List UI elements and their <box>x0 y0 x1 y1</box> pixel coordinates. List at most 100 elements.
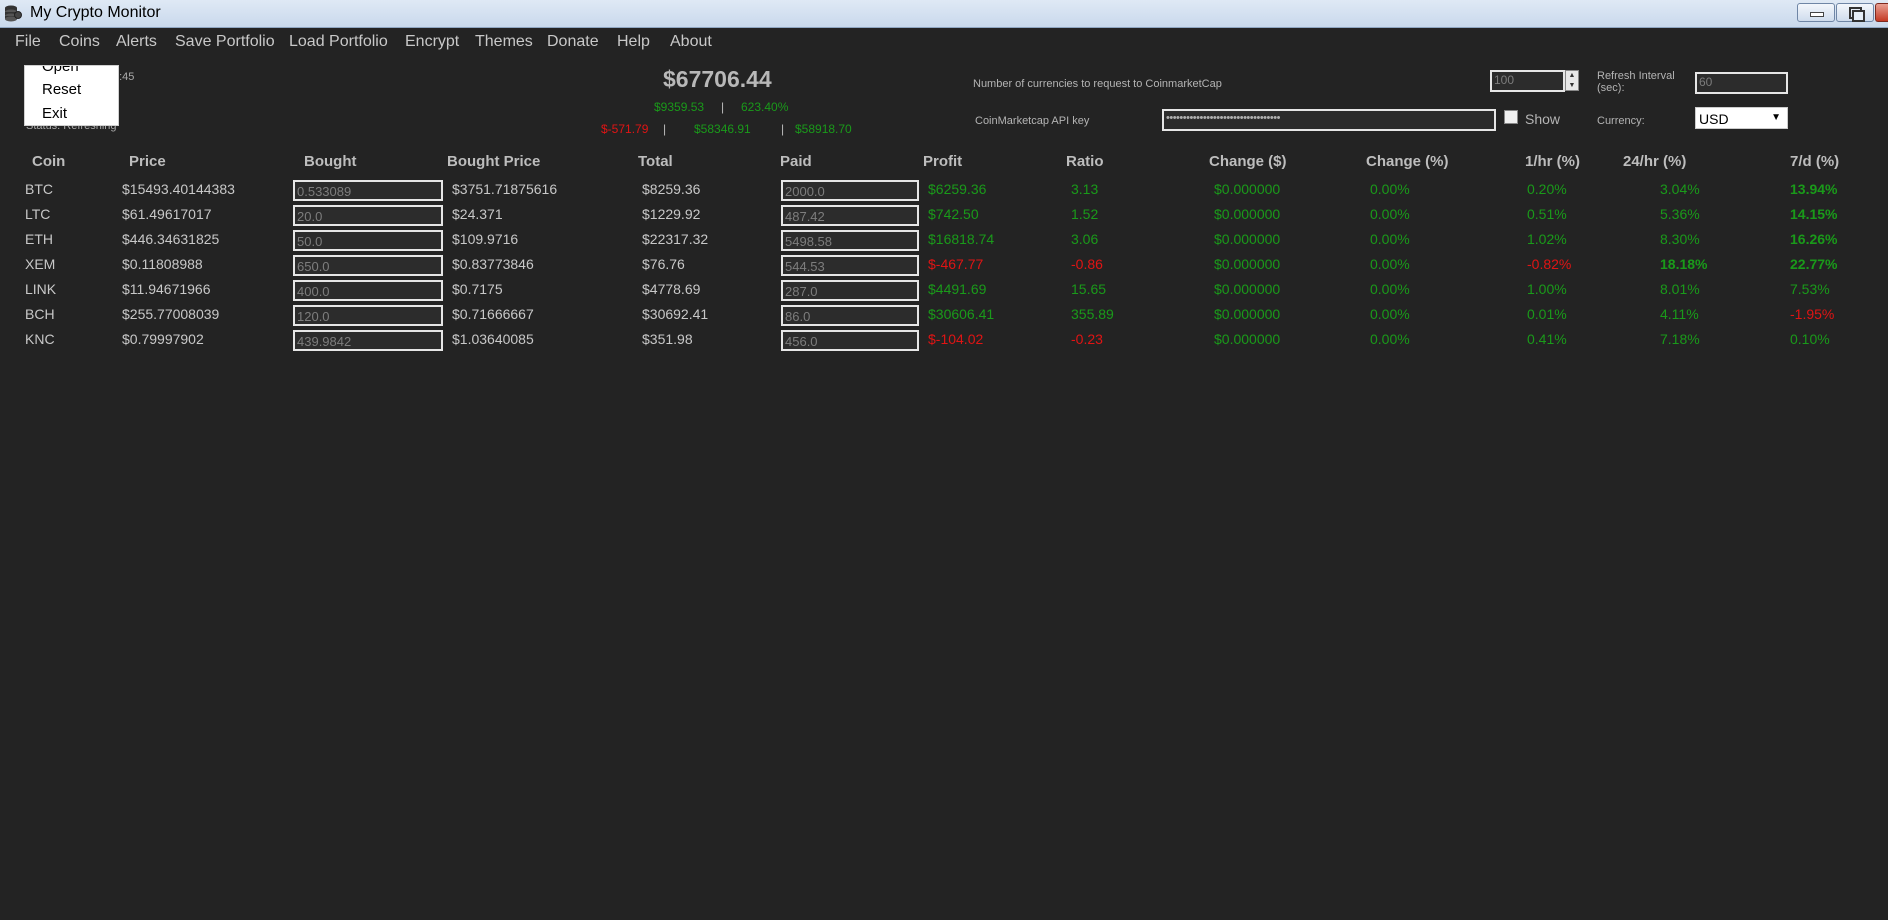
column-header-total: Total <box>638 153 673 170</box>
separator: | <box>721 100 725 114</box>
d7-cell: 0.10% <box>1790 331 1830 347</box>
hr24-cell: 7.18% <box>1660 331 1700 347</box>
coin-cell: LTC <box>25 206 51 222</box>
change-pct-cell: 0.00% <box>1370 181 1410 197</box>
hr24-cell: 4.11% <box>1660 306 1699 322</box>
profit-cell: $4491.69 <box>928 281 987 297</box>
total-cell: $76.76 <box>642 256 685 272</box>
price-cell: $255.77008039 <box>122 306 220 322</box>
menu-alerts[interactable]: Alerts <box>116 33 157 51</box>
menu-themes[interactable]: Themes <box>475 33 533 51</box>
paid-input[interactable]: 5498.58 <box>781 230 919 251</box>
paid-input[interactable]: 2000.0 <box>781 180 919 201</box>
summary-value-after: $58918.70 <box>795 122 852 136</box>
bought-input[interactable]: 400.0 <box>293 280 443 301</box>
paid-input[interactable]: 487.42 <box>781 205 919 226</box>
hr24-cell: 8.30% <box>1660 231 1700 247</box>
total-cell: $22317.32 <box>642 231 709 247</box>
menu-item-exit[interactable]: Exit <box>42 105 67 122</box>
currencies-count-input[interactable]: 100 <box>1490 70 1565 92</box>
hr1-cell: 0.41% <box>1527 331 1567 347</box>
menu-item-open[interactable]: Open <box>42 66 79 75</box>
column-header-24hr: 24/hr (%) <box>1623 153 1687 170</box>
bought-input[interactable]: 20.0 <box>293 205 443 226</box>
currencies-count-label: Number of currencies to request to Coinm… <box>973 78 1222 90</box>
price-cell: $446.34631825 <box>122 231 220 247</box>
bought-input[interactable]: 120.0 <box>293 305 443 326</box>
summary-change-percent: 623.40% <box>741 100 789 114</box>
menu-item-reset[interactable]: Reset <box>42 81 81 98</box>
menu-encrypt[interactable]: Encrypt <box>405 33 459 51</box>
bought-input[interactable]: 50.0 <box>293 230 443 251</box>
d7-cell: -1.95% <box>1790 306 1835 322</box>
profit-cell: $16818.74 <box>928 231 995 247</box>
price-cell: $0.79997902 <box>122 331 204 347</box>
paid-input[interactable]: 287.0 <box>781 280 919 301</box>
menu-coins[interactable]: Coins <box>59 33 100 51</box>
hr1-cell: 0.01% <box>1527 306 1567 322</box>
bought-input[interactable]: 439.9842 <box>293 330 443 351</box>
coin-cell: KNC <box>25 331 55 347</box>
menu-file[interactable]: File <box>15 33 41 51</box>
total-cell: $1229.92 <box>642 206 701 222</box>
restore-button[interactable] <box>1836 3 1874 22</box>
change-pct-cell: 0.00% <box>1370 306 1410 322</box>
bought-price-cell: $0.7175 <box>452 281 503 297</box>
minimize-button[interactable] <box>1797 3 1835 22</box>
currency-select[interactable]: USD ▼ <box>1695 107 1788 129</box>
paid-input[interactable]: 544.53 <box>781 255 919 276</box>
menu-about[interactable]: About <box>670 33 712 51</box>
currency-select-value: USD <box>1699 111 1729 127</box>
column-header-change-usd: Change ($) <box>1209 153 1287 170</box>
bought-price-cell: $0.83773846 <box>452 256 534 272</box>
price-cell: $61.49617017 <box>122 206 212 222</box>
bought-input[interactable]: 0.533089 <box>293 180 443 201</box>
show-api-key-checkbox[interactable] <box>1504 110 1518 124</box>
column-header-bought-price: Bought Price <box>447 153 541 170</box>
separator: | <box>663 122 667 136</box>
menu-save-portfolio[interactable]: Save Portfolio <box>175 33 275 51</box>
api-key-input[interactable]: •••••••••••••••••••••••••••••••••• <box>1162 109 1496 131</box>
refresh-interval-input[interactable]: 60 <box>1695 72 1788 94</box>
currencies-count-stepper[interactable]: ▲ ▼ <box>1565 70 1579 91</box>
spin-down-icon[interactable]: ▼ <box>1566 81 1578 91</box>
hr24-cell: 8.01% <box>1660 281 1700 297</box>
hr1-cell: 1.02% <box>1527 231 1567 247</box>
hr1-cell: -0.82% <box>1527 256 1572 272</box>
summary-change-value: $9359.53 <box>654 100 705 114</box>
bought-input[interactable]: 650.0 <box>293 255 443 276</box>
coin-cell: BCH <box>25 306 55 322</box>
window-title: My Crypto Monitor <box>30 4 161 21</box>
d7-cell: 13.94% <box>1790 181 1838 197</box>
refresh-interval-label: Refresh Interval (sec): <box>1597 70 1675 94</box>
hr24-cell: 18.18% <box>1660 256 1708 272</box>
menu-bar: File Coins Alerts Save Portfolio Load Po… <box>0 28 1888 56</box>
separator: | <box>781 122 785 136</box>
price-cell: $0.11808988 <box>122 256 203 272</box>
bought-price-cell: $1.03640085 <box>452 331 534 347</box>
total-cell: $4778.69 <box>642 281 701 297</box>
paid-input[interactable]: 86.0 <box>781 305 919 326</box>
bought-price-cell: $24.371 <box>452 206 503 222</box>
app-icon <box>5 5 22 22</box>
column-header-paid: Paid <box>780 153 812 170</box>
close-button[interactable] <box>1875 3 1888 22</box>
price-cell: $15493.40144383 <box>122 181 235 197</box>
d7-cell: 7.53% <box>1790 281 1830 297</box>
change-usd-cell: $0.000000 <box>1214 306 1281 322</box>
ratio-cell: 3.13 <box>1071 181 1099 197</box>
chevron-down-icon[interactable]: ▼ <box>1771 112 1781 123</box>
bought-price-cell: $109.9716 <box>452 231 519 247</box>
paid-input[interactable]: 456.0 <box>781 330 919 351</box>
column-header-price: Price <box>129 153 166 170</box>
change-pct-cell: 0.00% <box>1370 256 1410 272</box>
change-pct-cell: 0.00% <box>1370 206 1410 222</box>
change-pct-cell: 0.00% <box>1370 281 1410 297</box>
d7-cell: 14.15% <box>1790 206 1838 222</box>
menu-help[interactable]: Help <box>617 33 650 51</box>
change-usd-cell: $0.000000 <box>1214 231 1281 247</box>
hr1-cell: 0.51% <box>1527 206 1567 222</box>
menu-donate[interactable]: Donate <box>547 33 599 51</box>
spin-up-icon[interactable]: ▲ <box>1566 71 1578 81</box>
menu-load-portfolio[interactable]: Load Portfolio <box>289 33 388 51</box>
